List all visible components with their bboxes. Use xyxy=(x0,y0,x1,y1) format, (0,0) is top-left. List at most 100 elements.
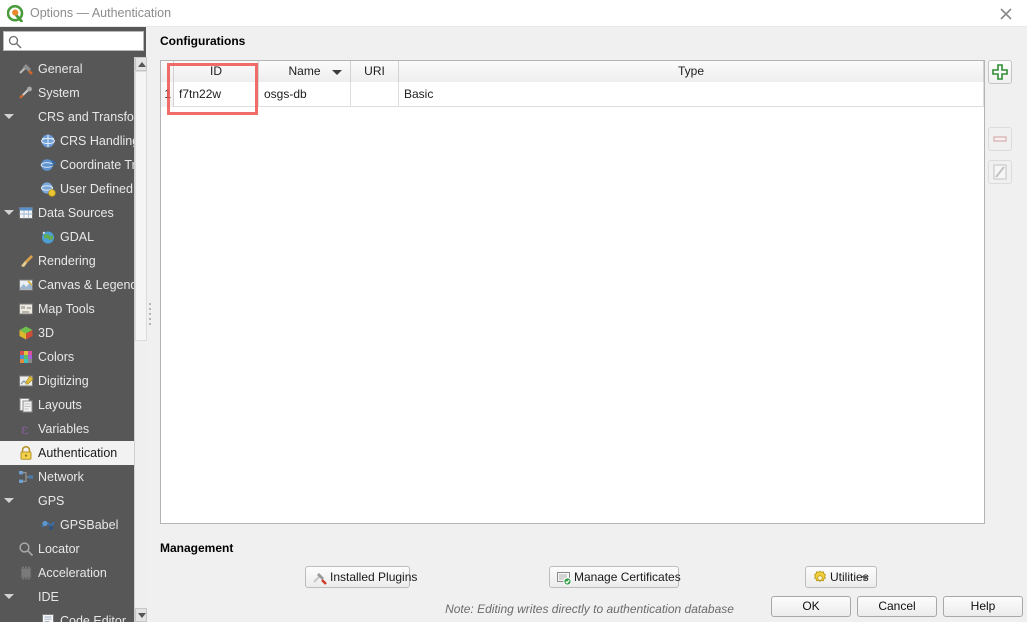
installed-plugins-button[interactable]: Installed Plugins xyxy=(305,566,417,588)
management-group-label: Management xyxy=(160,541,234,555)
search-input[interactable] xyxy=(25,32,141,50)
search-box[interactable] xyxy=(3,31,144,51)
data-sources-icon xyxy=(18,205,34,221)
chevron-down-icon[interactable] xyxy=(861,576,869,580)
sidebar-item-label: Code Editor xyxy=(60,614,127,622)
sidebar-item-network[interactable]: Network xyxy=(0,465,134,489)
coordinate-transform-icon xyxy=(40,157,57,173)
configurations-table[interactable]: ID Name URI Type 1 f7tn22w osgs-db Basic xyxy=(160,60,985,524)
sidebar-item-label: User Defined xyxy=(60,182,133,196)
sidebar-item-coordinate-tr[interactable]: Coordinate Tr xyxy=(0,153,134,177)
chevron-down-icon[interactable] xyxy=(4,114,14,119)
sidebar-item-label: System xyxy=(38,86,80,100)
sidebar-item-3d[interactable]: 3D xyxy=(0,321,134,345)
sidebar-item-layouts[interactable]: Layouts xyxy=(0,393,134,417)
tools-icon xyxy=(18,61,34,77)
edit-configuration-button xyxy=(988,160,1012,184)
scroll-down-arrow-icon[interactable] xyxy=(135,608,147,622)
column-header-label: Name xyxy=(288,64,321,78)
sidebar-item-crs-and-transforms[interactable]: CRS and Transforms xyxy=(0,105,134,129)
column-header-name[interactable]: Name xyxy=(259,61,351,82)
table-body: 1 f7tn22w osgs-db Basic xyxy=(161,82,984,523)
sidebar-item-gps[interactable]: GPS xyxy=(0,489,134,513)
column-header-uri[interactable]: URI xyxy=(351,61,399,82)
sidebar-item-system[interactable]: System xyxy=(0,81,134,105)
cell-id[interactable]: f7tn22w xyxy=(174,82,259,107)
sidebar-item-acceleration[interactable]: Acceleration xyxy=(0,561,134,585)
locator-search-icon xyxy=(18,541,34,557)
sidebar-item-map-tools[interactable]: Map Tools xyxy=(0,297,134,321)
utilities-button[interactable]: Utilities xyxy=(805,566,877,588)
configurations-group-label: Configurations xyxy=(160,34,246,48)
cancel-button[interactable]: Cancel xyxy=(857,596,937,617)
sidebar-scrollbar[interactable] xyxy=(134,57,147,622)
sidebar-item-canvas-legend[interactable]: Canvas & Legend xyxy=(0,273,134,297)
sidebar-item-label: GPSBabel xyxy=(60,518,119,532)
table-row[interactable]: 1 f7tn22w osgs-db Basic xyxy=(161,82,984,107)
sidebar-item-general[interactable]: General xyxy=(0,57,134,81)
sidebar-item-crs-handling[interactable]: CRS Handling xyxy=(0,129,134,153)
sidebar-item-gpsbabel[interactable]: GPSBabel xyxy=(0,513,134,537)
sidebar-item-variables[interactable]: ε Variables xyxy=(0,417,134,441)
column-header-label: ID xyxy=(210,64,222,78)
scrollbar-thumb[interactable] xyxy=(135,71,147,341)
sidebar-item-label: Data Sources xyxy=(38,206,114,220)
options-tree: General System CRS and Transforms CRS Handl… xyxy=(0,57,134,622)
manage-certificates-button[interactable]: Manage Certificates xyxy=(549,566,681,588)
cell-name[interactable]: osgs-db xyxy=(259,82,351,107)
network-icon xyxy=(18,469,34,485)
window-title: Options — Authentication xyxy=(30,6,172,20)
cell-type[interactable]: Basic xyxy=(399,82,984,107)
help-button[interactable]: Help xyxy=(943,596,1023,617)
close-icon[interactable] xyxy=(985,0,1027,27)
user-defined-crs-icon xyxy=(40,181,56,197)
cube-3d-icon xyxy=(18,325,34,341)
sidebar-item-label: Variables xyxy=(38,422,90,436)
sidebar-item-rendering[interactable]: Rendering xyxy=(0,249,134,273)
sidebar-item-label: GDAL xyxy=(60,230,95,244)
certificate-icon xyxy=(556,570,572,586)
chevron-down-icon[interactable] xyxy=(4,210,14,215)
add-configuration-button[interactable] xyxy=(988,60,1012,84)
cell-uri[interactable] xyxy=(351,82,399,107)
sidebar-item-code-editor[interactable]: Code Editor xyxy=(0,609,134,622)
scroll-up-arrow-icon[interactable] xyxy=(135,57,147,71)
ok-button[interactable]: OK xyxy=(771,596,851,617)
sidebar-item-colors[interactable]: Colors xyxy=(0,345,134,369)
sidebar-item-label: Map Tools xyxy=(38,302,95,316)
chevron-down-icon[interactable] xyxy=(4,498,14,503)
sidebar-item-label: Digitizing xyxy=(38,374,89,388)
search-icon xyxy=(8,35,22,52)
sort-indicator-icon xyxy=(332,70,342,75)
sidebar-item-label: IDE xyxy=(38,590,59,604)
column-header-rownum[interactable] xyxy=(161,61,174,82)
sidebar-item-label: CRS Handling xyxy=(60,134,134,148)
digitizing-icon xyxy=(18,373,34,389)
qgis-logo-icon xyxy=(6,4,24,23)
code-editor-icon xyxy=(40,613,56,622)
sidebar-item-label: 3D xyxy=(38,326,54,340)
crs-globe-icon xyxy=(40,133,56,149)
sidebar-item-label: Colors xyxy=(38,350,75,364)
chevron-down-icon[interactable] xyxy=(4,594,14,599)
sidebar-item-authentication[interactable]: Authentication xyxy=(0,441,134,465)
map-tools-icon xyxy=(18,301,34,317)
sidebar-item-label: CRS and Transforms xyxy=(38,110,134,124)
sidebar-item-label: Layouts xyxy=(38,398,82,412)
sidebar-item-label: Authentication xyxy=(38,446,118,460)
options-sidebar: General System CRS and Transforms CRS Handl… xyxy=(0,27,147,622)
sidebar-item-gdal[interactable]: GDAL xyxy=(0,225,134,249)
sidebar-item-label: Coordinate Tr xyxy=(60,158,134,172)
plugin-wrench-icon xyxy=(312,570,328,586)
title-bar: Options — Authentication xyxy=(0,0,1027,27)
sidebar-item-locator[interactable]: Locator xyxy=(0,537,134,561)
remove-configuration-button xyxy=(988,127,1012,151)
colors-palette-icon xyxy=(18,349,34,365)
column-header-id[interactable]: ID xyxy=(174,61,259,82)
sidebar-item-ide[interactable]: IDE xyxy=(0,585,134,609)
sidebar-item-data-sources[interactable]: Data Sources xyxy=(0,201,134,225)
column-header-type[interactable]: Type xyxy=(399,61,984,82)
sidebar-item-digitizing[interactable]: Digitizing xyxy=(0,369,134,393)
sidebar-item-user-defined[interactable]: User Defined xyxy=(0,177,134,201)
sidebar-item-label: Rendering xyxy=(38,254,96,268)
